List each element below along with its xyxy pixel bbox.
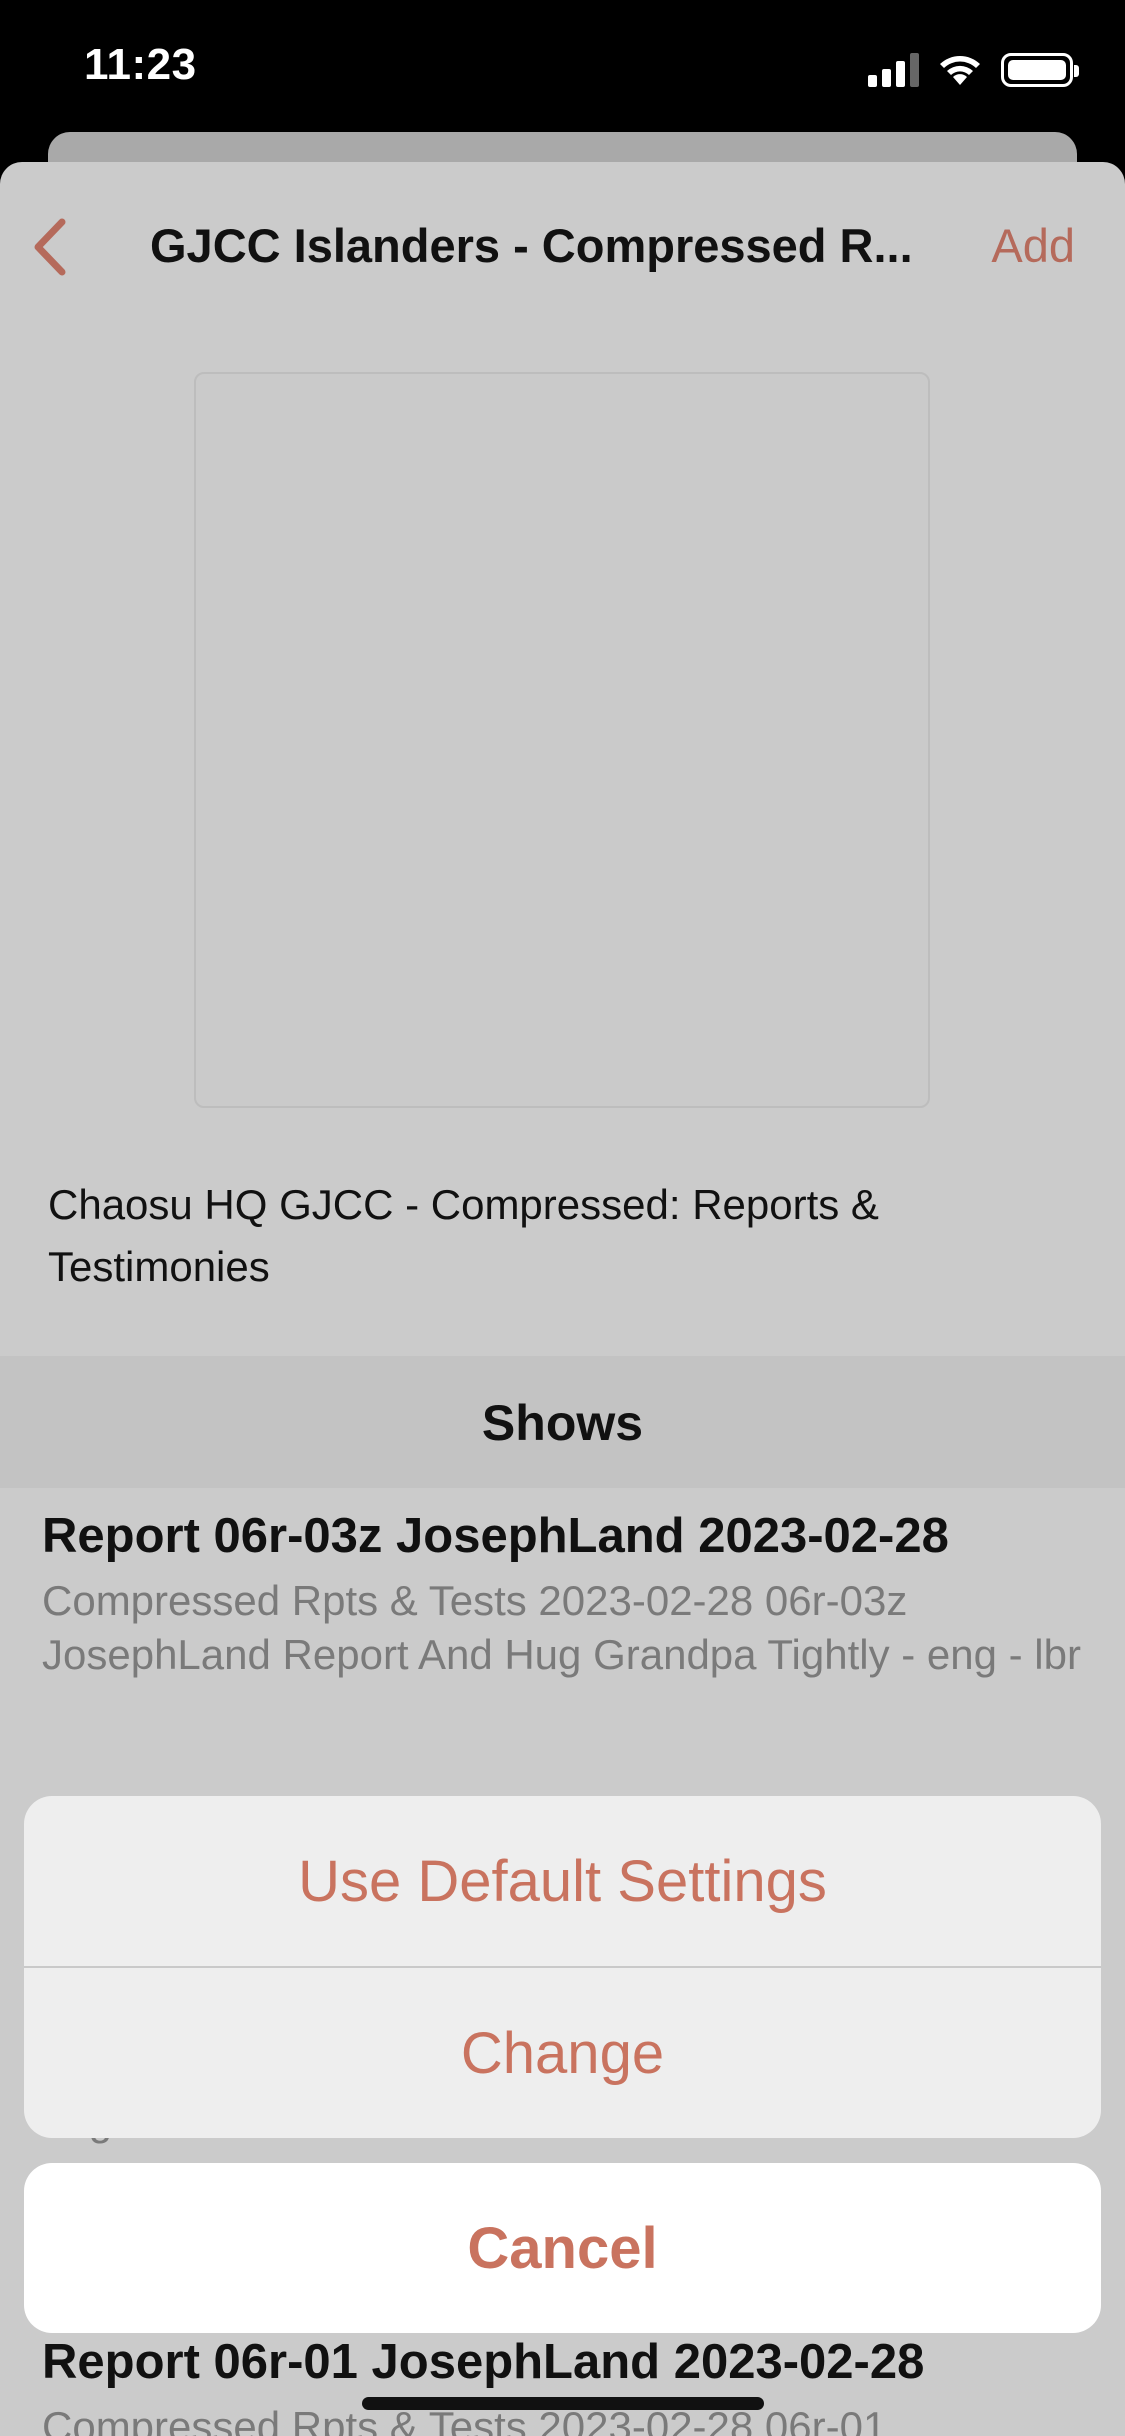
- action-sheet-options: Use Default Settings Change: [24, 1796, 1101, 2138]
- navigation-bar: GJCC Islanders - Compressed R... Add: [0, 162, 1125, 332]
- status-bar: 11:23: [0, 0, 1125, 135]
- page-title: GJCC Islanders - Compressed R...: [150, 219, 913, 272]
- battery-icon: [1001, 53, 1079, 87]
- add-button[interactable]: Add: [991, 218, 1075, 273]
- cancel-button[interactable]: Cancel: [24, 2163, 1101, 2333]
- status-time: 11:23: [84, 40, 197, 89]
- podcast-description: Chaosu HQ GJCC - Compressed: Reports & T…: [48, 1181, 879, 1290]
- change-button[interactable]: Change: [24, 1968, 1101, 2138]
- use-default-settings-button[interactable]: Use Default Settings: [24, 1796, 1101, 1966]
- section-title: Shows: [481, 1395, 644, 1451]
- episode-subtitle: Compressed Rpts & Tests 2023-02-28 06r-0…: [42, 1577, 1081, 1678]
- home-indicator: [362, 2397, 764, 2410]
- episode-title: Report 06r-01 JosephLand 2023-02-28: [42, 2335, 925, 2389]
- status-icons: [868, 50, 1079, 90]
- chevron-left-icon: [34, 218, 66, 276]
- wifi-icon: [940, 56, 980, 85]
- cellular-signal-icon: [868, 53, 919, 87]
- episode-title: Report 06r-03z JosephLand 2023-02-28: [42, 1509, 949, 1563]
- back-button[interactable]: [22, 212, 82, 282]
- shows-section-header: Shows: [0, 1356, 1125, 1488]
- podcast-artwork: [194, 372, 930, 1108]
